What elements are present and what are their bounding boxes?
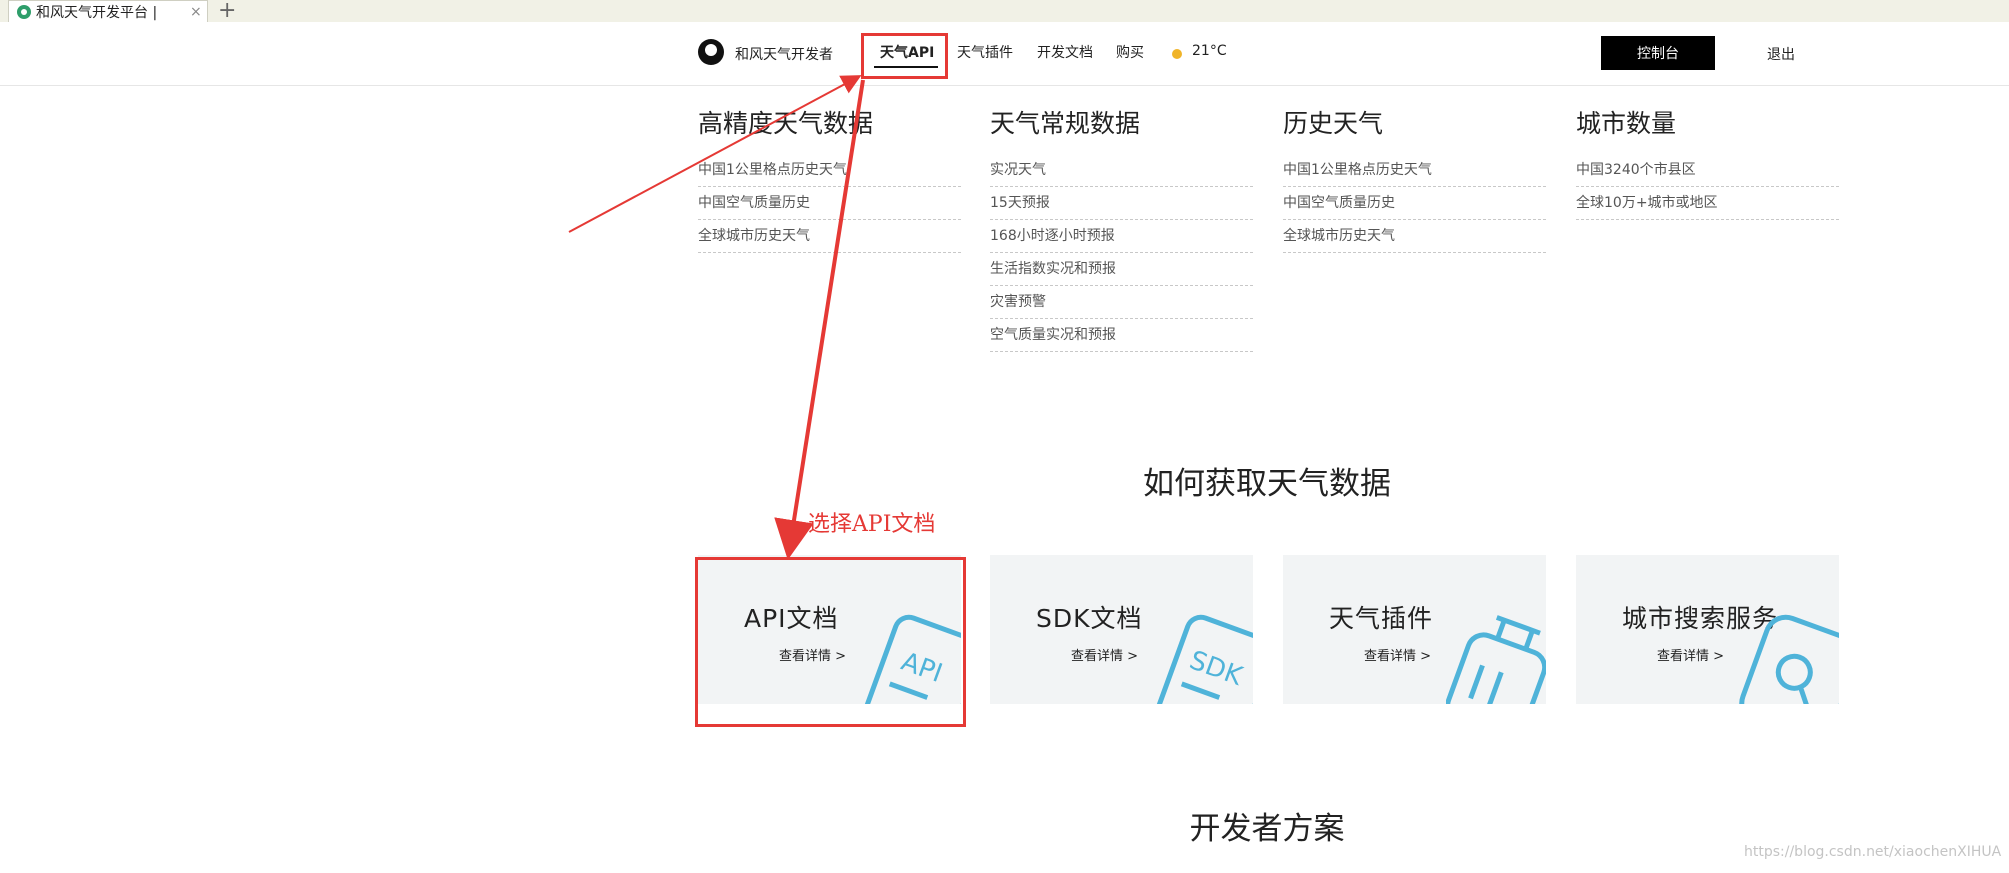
annotation-arrow-to-card	[774, 79, 865, 560]
annotation-arrow-to-nav	[568, 75, 862, 233]
annotation-arrows	[568, 75, 865, 560]
csdn-watermark: https://blog.csdn.net/xiaochenXIHUA	[1744, 844, 2002, 860]
